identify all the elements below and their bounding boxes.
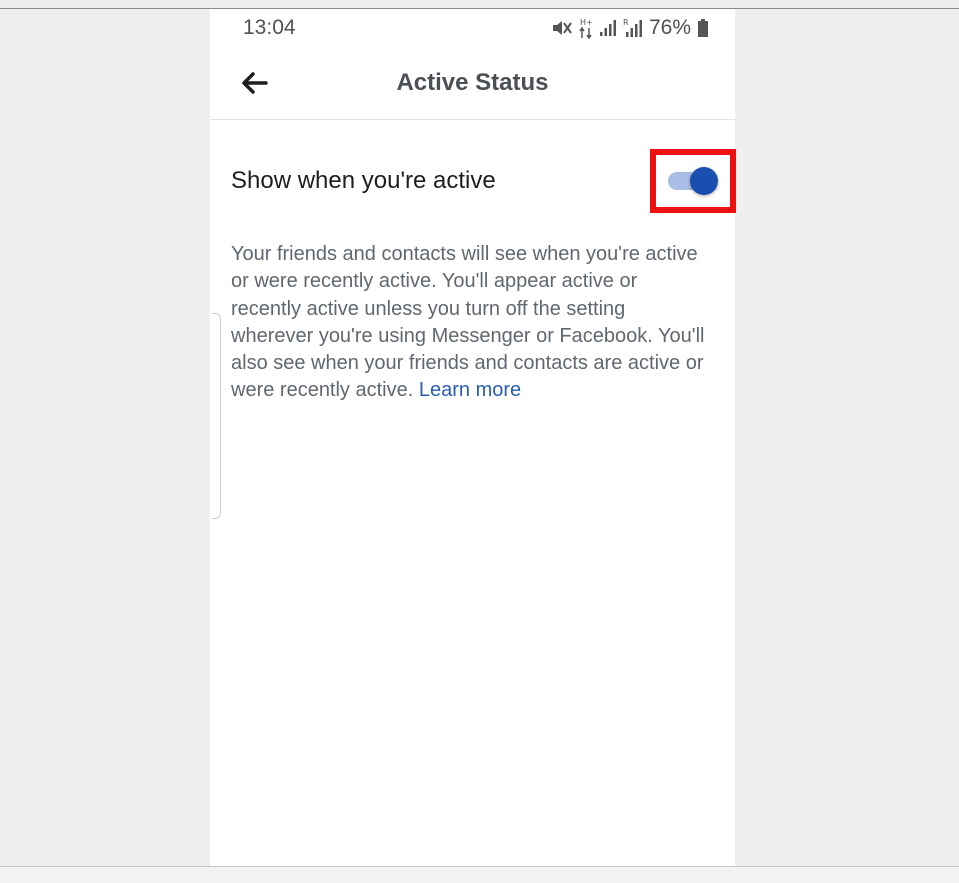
active-status-toggle[interactable]	[668, 167, 720, 195]
status-bar: 13:04 H+ R 76%	[210, 9, 735, 49]
battery-icon	[697, 18, 709, 38]
svg-text:H+: H+	[580, 18, 593, 27]
bottom-bar	[0, 867, 959, 883]
toggle-thumb	[690, 167, 718, 195]
data-arrows-icon: H+	[579, 17, 593, 39]
setting-row-active-status: Show when you're active	[210, 149, 736, 213]
learn-more-link[interactable]: Learn more	[419, 379, 521, 401]
status-time: 13:04	[243, 16, 296, 39]
mute-icon	[551, 18, 573, 38]
signal-roaming-icon: R	[623, 18, 643, 38]
page-title: Active Status	[396, 69, 549, 96]
signal-icon	[599, 19, 617, 37]
app-header: Active Status	[210, 49, 735, 120]
phone-screen: 13:04 H+ R 76% Active Status Show when y…	[210, 9, 736, 866]
side-bracket	[212, 313, 221, 519]
svg-text:R: R	[623, 18, 629, 27]
description-text: Your friends and contacts will see when …	[231, 241, 711, 405]
battery-percent: 76%	[648, 16, 691, 39]
setting-label: Show when you're active	[231, 167, 496, 194]
description-body: Your friends and contacts will see when …	[231, 243, 705, 402]
status-icons: H+ R 76%	[551, 15, 709, 41]
